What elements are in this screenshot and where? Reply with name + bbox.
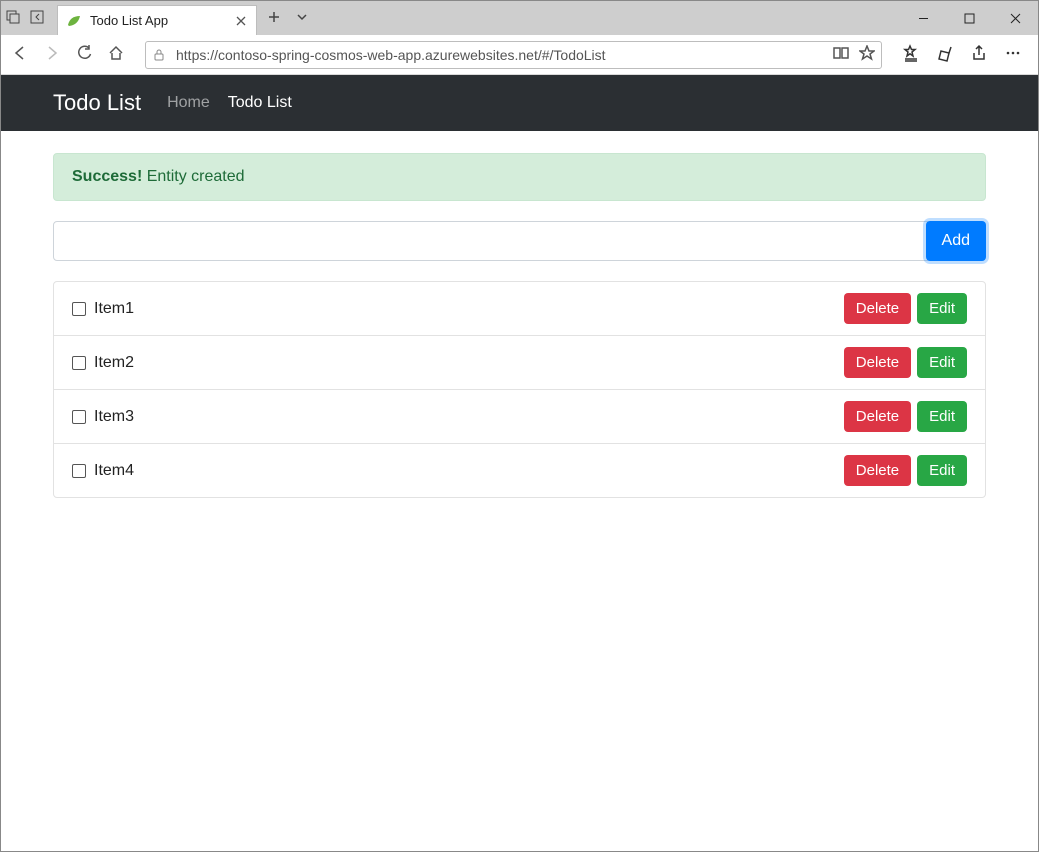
share-icon[interactable] (970, 44, 988, 65)
list-item: Item2 Delete Edit (54, 335, 985, 389)
navbar-brand[interactable]: Todo List (53, 90, 141, 116)
tab-aside-icon[interactable] (29, 9, 45, 28)
favorite-star-icon[interactable] (859, 45, 875, 64)
list-item: Item4 Delete Edit (54, 443, 985, 497)
edit-button[interactable]: Edit (917, 401, 967, 432)
success-alert: Success! Entity created (53, 153, 986, 201)
home-button[interactable] (107, 44, 125, 65)
item-label: Item3 (94, 408, 134, 426)
close-tab-icon[interactable] (234, 14, 248, 28)
delete-button[interactable]: Delete (844, 347, 911, 378)
browser-address-bar (1, 35, 1038, 75)
tab-title: Todo List App (90, 13, 168, 28)
nav-link-todolist[interactable]: Todo List (228, 94, 292, 112)
add-item-input[interactable] (53, 221, 928, 261)
refresh-button[interactable] (75, 44, 93, 65)
item-checkbox[interactable] (72, 356, 86, 370)
window-close-button[interactable] (992, 1, 1038, 35)
url-box[interactable] (145, 41, 882, 69)
app-navbar: Todo List Home Todo List (1, 75, 1038, 131)
edit-button[interactable]: Edit (917, 293, 967, 324)
browser-tab[interactable]: Todo List App (57, 5, 257, 35)
add-button[interactable]: Add (926, 221, 986, 261)
tab-actions-icon[interactable] (5, 9, 21, 28)
forward-button[interactable] (43, 44, 61, 65)
item-label: Item4 (94, 462, 134, 480)
spring-leaf-icon (66, 13, 82, 29)
item-checkbox[interactable] (72, 302, 86, 316)
new-tab-icon[interactable] (267, 10, 281, 27)
alert-strong: Success! (72, 168, 142, 185)
edit-button[interactable]: Edit (917, 347, 967, 378)
item-label: Item1 (94, 300, 134, 318)
lock-icon (152, 48, 166, 62)
list-item: Item3 Delete Edit (54, 389, 985, 443)
delete-button[interactable]: Delete (844, 455, 911, 486)
item-checkbox[interactable] (72, 464, 86, 478)
favorites-list-icon[interactable] (902, 44, 920, 65)
list-item: Item1 Delete Edit (54, 282, 985, 335)
todo-list: Item1 Delete Edit Item2 Delete Edit Item… (53, 281, 986, 498)
item-label: Item2 (94, 354, 134, 372)
page-content: Success! Entity created Add Item1 Delete… (1, 131, 1038, 520)
nav-link-home[interactable]: Home (167, 94, 210, 112)
url-input[interactable] (174, 46, 833, 64)
more-icon[interactable] (1004, 44, 1022, 65)
window-title-bar: Todo List App (1, 1, 1038, 35)
window-minimize-button[interactable] (900, 1, 946, 35)
notes-icon[interactable] (936, 44, 954, 65)
chevron-down-icon[interactable] (295, 10, 309, 27)
window-maximize-button[interactable] (946, 1, 992, 35)
edit-button[interactable]: Edit (917, 455, 967, 486)
item-checkbox[interactable] (72, 410, 86, 424)
delete-button[interactable]: Delete (844, 401, 911, 432)
back-button[interactable] (11, 44, 29, 65)
add-item-row: Add (53, 221, 986, 261)
alert-text: Entity created (142, 168, 244, 185)
delete-button[interactable]: Delete (844, 293, 911, 324)
reading-view-icon[interactable] (833, 45, 849, 64)
